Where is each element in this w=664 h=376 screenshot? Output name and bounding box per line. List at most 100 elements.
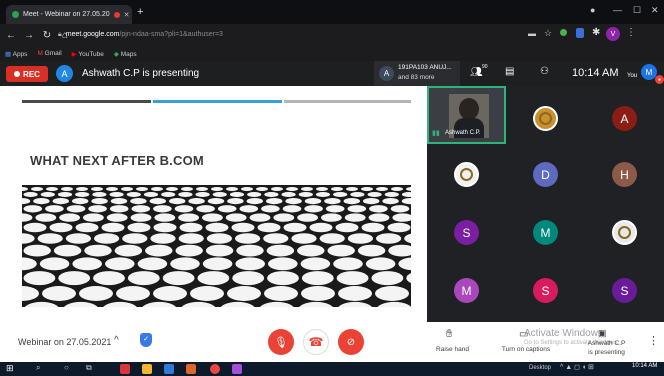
file-explorer-icon[interactable]: [142, 364, 152, 374]
participant-tile[interactable]: [506, 102, 585, 138]
viewer-more: and 83 more: [398, 74, 435, 81]
mic-off-icon: 🎙︎: [274, 336, 288, 349]
recording-badge[interactable]: REC: [6, 66, 48, 82]
profile-avatar[interactable]: V: [606, 27, 620, 41]
bookmarks-bar: ▦ Apps M Gmail ▶ YouTube ◆ Maps: [0, 46, 664, 61]
task-view-icon[interactable]: ⧉: [86, 363, 92, 373]
activities-icon[interactable]: ⚇: [540, 66, 549, 77]
participant-tile[interactable]: A: [585, 102, 664, 138]
audio-active-icon: ▮▮: [432, 130, 440, 137]
address-bar[interactable]: 🔒︎ meet.google.com /pjn-ndaa-sma?pli=1&a…: [58, 27, 518, 42]
minimize-window-icon[interactable]: —: [613, 5, 622, 15]
bookmark-maps[interactable]: ◆ Maps: [114, 50, 137, 58]
camera-permission-icon[interactable]: ▬: [528, 29, 536, 38]
participant-photo-avatar: [454, 162, 479, 187]
meeting-name: Webinar on 27.05.2021: [18, 337, 112, 347]
meet-controls-bar: Webinar on 27.05.2021 ^ ✓ 🎙︎ ☎︎ ⊘ ✋︎ Rai…: [0, 322, 664, 362]
participant-tile[interactable]: H: [585, 158, 664, 194]
you-label: You: [627, 73, 638, 79]
viewer-avatar: A: [379, 66, 394, 81]
bookmark-gmail[interactable]: M Gmail: [37, 50, 61, 57]
microphone-off-button[interactable]: 🎙︎: [268, 329, 294, 355]
camera-off-button[interactable]: ⊘: [338, 329, 364, 355]
raise-hand-label[interactable]: Raise hand: [430, 346, 475, 353]
leave-call-button[interactable]: ☎︎: [303, 329, 329, 355]
maps-icon: ◆: [113, 50, 119, 58]
camera-off-icon: ⊘: [346, 336, 356, 348]
url-host: meet.google.com: [65, 31, 120, 38]
taskbar-app-4-icon[interactable]: [186, 364, 196, 374]
viewer-chip[interactable]: A 191PA103 ANUJ... and 83 more: [374, 61, 460, 86]
record-dot-icon: [14, 71, 21, 77]
participant-initial-avatar: S: [454, 220, 479, 245]
presenter-silhouette: [459, 98, 479, 120]
slide-title: WHAT NEXT AFTER B.COM: [30, 153, 204, 168]
participant-tile[interactable]: M: [427, 274, 506, 310]
gmail-icon: M: [37, 50, 43, 57]
bookmark-youtube[interactable]: ▶ YouTube: [72, 50, 104, 58]
browser-menu-icon[interactable]: ⋮: [626, 27, 636, 38]
extension-green-icon[interactable]: [560, 29, 567, 36]
participant-count: 90: [482, 64, 488, 70]
shield-icon[interactable]: ✓: [140, 333, 152, 347]
raise-hand-icon[interactable]: ✋︎: [446, 328, 452, 341]
back-icon[interactable]: ←: [4, 30, 18, 41]
participant-tile[interactable]: S: [427, 216, 506, 252]
cortana-icon[interactable]: ○: [64, 363, 69, 372]
maximize-window-icon[interactable]: ☐: [633, 5, 641, 16]
new-tab-button[interactable]: +: [137, 6, 143, 18]
bookmark-star-icon[interactable]: ☆: [544, 28, 552, 39]
profile-dot-icon: ●: [590, 5, 596, 15]
recording-indicator-icon: [113, 11, 120, 18]
bookmark-apps[interactable]: ▦ Apps: [5, 50, 27, 58]
slide-accent-bar-left: [22, 100, 151, 103]
apps-grid-icon: ▦: [5, 50, 12, 58]
participant-photo-avatar: [533, 106, 558, 131]
participant-tile[interactable]: S: [585, 274, 664, 310]
present-screen-icon[interactable]: ▣: [598, 328, 607, 339]
watermark-line-1: Activate Windows: [524, 328, 603, 339]
taskbar-app-3-icon[interactable]: [164, 364, 174, 374]
taskbar-app-1-icon[interactable]: [120, 364, 130, 374]
photo-emblem-icon: [539, 112, 552, 125]
taskbar-clock: 10:14 AM: [632, 363, 658, 369]
video-tile-name: Ashwath C.P.: [445, 130, 481, 136]
participant-initial-avatar: A: [612, 106, 637, 131]
extensions-puzzle-icon[interactable]: ✱: [592, 27, 600, 38]
taskbar-app-6-icon[interactable]: [232, 364, 242, 374]
participant-grid: ▮▮ Ashwath C.P. A D H S M M S S: [427, 86, 664, 322]
system-tray-icons[interactable]: ^ ▲ ◻ ◖ ⊞: [560, 363, 594, 371]
participant-tile[interactable]: D: [506, 158, 585, 194]
slide-accent-bar-right: [284, 100, 411, 103]
search-icon[interactable]: ⌕: [36, 363, 40, 373]
participant-initial-avatar: M: [533, 220, 558, 245]
tab-close-icon[interactable]: ✕: [124, 11, 130, 19]
reload-icon[interactable]: ↻: [40, 30, 54, 41]
presenter-avatar: A: [56, 65, 73, 82]
more-options-icon[interactable]: ⋮: [648, 334, 659, 347]
meeting-details-chevron-icon[interactable]: ^: [114, 335, 119, 346]
self-notification-badge: ●: [655, 75, 664, 84]
presenter-video-tile[interactable]: ▮▮ Ashwath C.P.: [427, 86, 506, 144]
browser-tab[interactable]: Meet - Webinar on 27.05.20 ✕: [6, 5, 132, 24]
slide-accent-bar-middle: [153, 100, 282, 103]
captions-label[interactable]: Turn on captions: [497, 346, 555, 353]
windows-start-icon[interactable]: ⊞: [6, 363, 14, 374]
close-window-icon[interactable]: ✕: [651, 5, 659, 16]
participant-initial-avatar: S: [533, 278, 558, 303]
tab-strip: Meet - Webinar on 27.05.20 ✕ + ● — ☐ ✕: [0, 0, 664, 24]
youtube-icon: ▶: [71, 50, 77, 58]
presenter-status: Ashwath C.P is presenting: [82, 68, 200, 79]
presenting-status: is presenting: [588, 349, 625, 356]
participant-tile[interactable]: [585, 216, 664, 252]
participant-photo-avatar: [612, 220, 637, 245]
participants-icon[interactable]: 👥︎: [470, 67, 483, 78]
participant-tile[interactable]: [427, 158, 506, 194]
participant-tile[interactable]: M: [506, 216, 585, 252]
forward-icon[interactable]: →: [22, 30, 36, 41]
extension-shield-icon[interactable]: [576, 28, 584, 38]
desktop-toolbar-label[interactable]: Desktop: [529, 365, 551, 371]
participant-tile[interactable]: S: [506, 274, 585, 310]
chrome-taskbar-icon[interactable]: [210, 364, 220, 374]
chat-icon[interactable]: ▤: [505, 66, 514, 77]
